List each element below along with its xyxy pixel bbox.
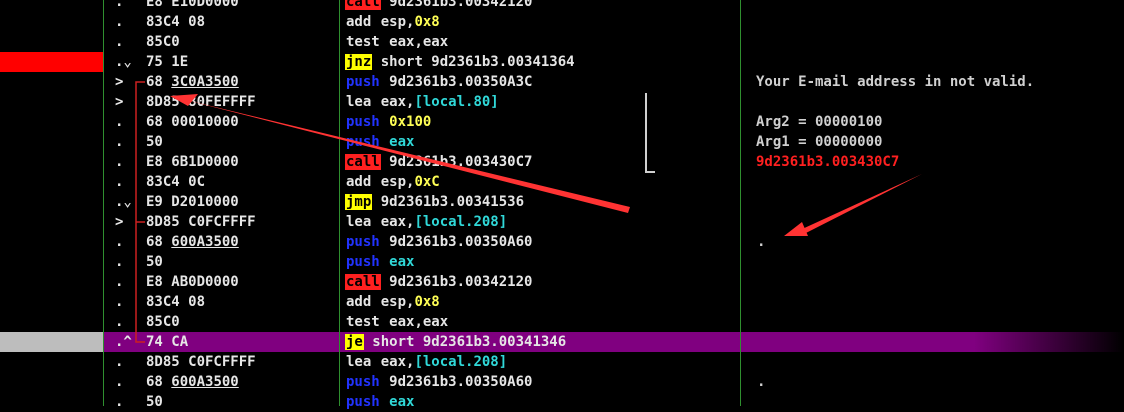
annotation-overlay xyxy=(135,81,922,343)
annotation-arrow-short-shaft xyxy=(800,174,922,235)
annotation-arrow-short-head xyxy=(784,222,808,236)
annotation-arrow-long-shaft xyxy=(182,99,630,213)
annotation-arrow-long-head xyxy=(170,94,198,106)
jump-line-left xyxy=(135,81,145,343)
